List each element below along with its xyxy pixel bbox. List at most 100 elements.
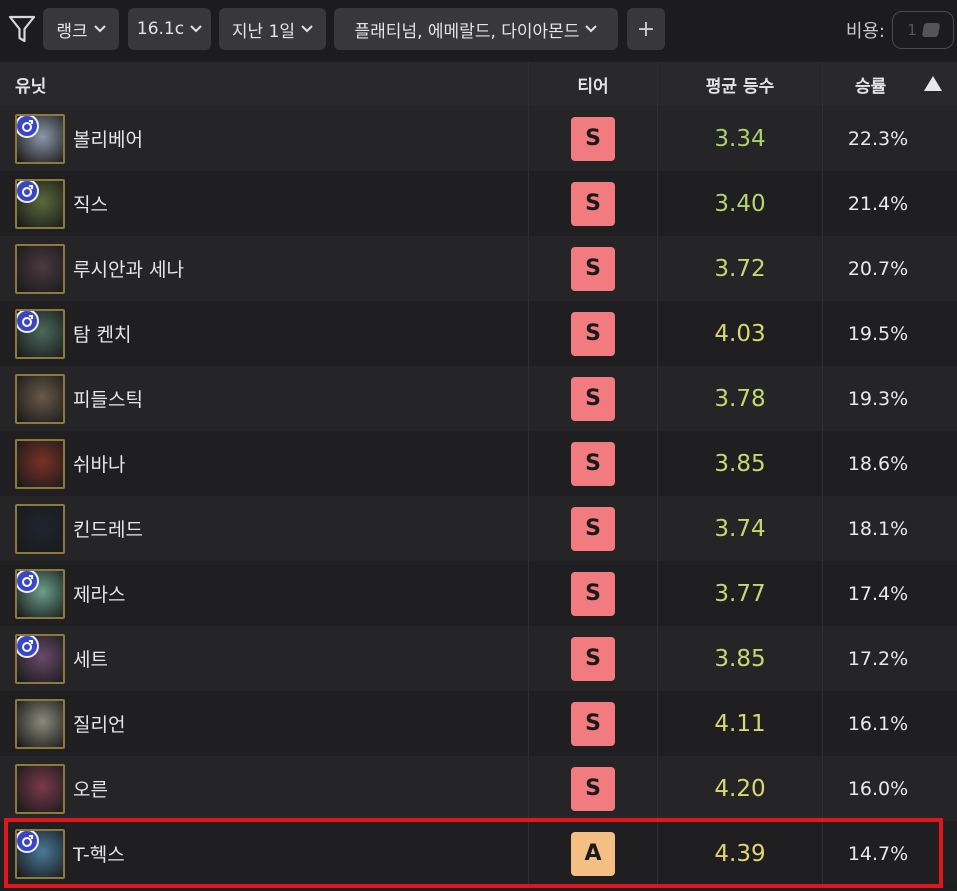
unit-name[interactable]: 피들스틱: [73, 385, 143, 412]
table-row[interactable]: 세트 S 3.85 17.2%: [0, 626, 957, 691]
portrait-image: [17, 505, 63, 552]
avg-placement-cell: 3.78: [658, 366, 823, 431]
chevron-down-icon: [585, 25, 598, 33]
portrait-image: [17, 440, 63, 487]
cost-selector[interactable]: 1: [892, 11, 954, 49]
header-tier[interactable]: 티어: [528, 62, 658, 106]
unit-name[interactable]: 제라스: [73, 580, 125, 607]
unit-name[interactable]: 질리언: [73, 710, 125, 737]
unit-name[interactable]: 오른: [73, 775, 108, 802]
tier-badge: S: [571, 311, 615, 356]
unit-portrait[interactable]: [15, 698, 65, 749]
table-row[interactable]: 질리언 S 4.11 16.1%: [0, 691, 957, 756]
avg-placement-value: 3.40: [714, 190, 766, 217]
table-row[interactable]: 직스 S 3.40 21.4%: [0, 171, 957, 236]
avg-placement-cell: 3.40: [658, 171, 823, 236]
unit-cell: T-헥스: [0, 821, 528, 886]
portrait-image: [17, 245, 63, 292]
tier-cell: S: [528, 431, 658, 496]
unit-portrait[interactable]: [15, 438, 65, 489]
unit-cell: 피들스틱: [0, 366, 528, 431]
unit-cell: 제라스: [0, 561, 528, 626]
win-rate-value: 17.4%: [847, 582, 909, 605]
win-rate-value: 16.0%: [847, 777, 909, 800]
unit-portrait[interactable]: [15, 178, 65, 229]
rank-dropdown-label: 랭크: [56, 21, 88, 42]
table-row[interactable]: 볼리베어 S 3.34 22.3%: [0, 106, 957, 171]
header-unit[interactable]: 유닛: [0, 62, 528, 106]
win-rate-value: 21.4%: [847, 192, 909, 215]
champion-trait-icon: [17, 830, 39, 853]
unit-name[interactable]: 탐 켄치: [73, 320, 131, 347]
unit-name[interactable]: 직스: [73, 190, 108, 217]
tier-badge: S: [571, 116, 615, 161]
filter-bar: 랭크 16.1c 지난 1일 플래티넘, 에메랄드, 다이아몬드 + 비용: 1: [0, 0, 957, 60]
unit-portrait[interactable]: [15, 308, 65, 359]
avg-placement-cell: 3.85: [658, 626, 823, 691]
header-avg-placement[interactable]: 평균 등수: [658, 62, 823, 106]
win-rate-value: 14.7%: [847, 842, 909, 865]
unit-name[interactable]: 쉬바나: [73, 450, 125, 477]
unit-portrait[interactable]: [15, 763, 65, 814]
table-row[interactable]: 제라스 S 3.77 17.4%: [0, 561, 957, 626]
filter-icon[interactable]: [8, 14, 36, 44]
tier-badge: S: [571, 766, 615, 811]
unit-portrait[interactable]: [15, 568, 65, 619]
unit-portrait[interactable]: [15, 373, 65, 424]
avg-placement-value: 4.03: [714, 320, 766, 347]
table-row[interactable]: 루시안과 세나 S 3.72 20.7%: [0, 236, 957, 301]
tier-filter-label: 플래티넘, 에메랄드, 다이아몬드: [354, 21, 580, 42]
unit-cell: 킨드레드: [0, 496, 528, 561]
unit-portrait[interactable]: [15, 243, 65, 294]
avg-placement-cell: 3.72: [658, 236, 823, 301]
win-rate-value: 20.7%: [847, 257, 909, 280]
table-row[interactable]: 오른 S 4.20 16.0%: [0, 756, 957, 821]
tier-filter-dropdown[interactable]: 플래티넘, 에메랄드, 다이아몬드: [334, 8, 618, 50]
unit-name[interactable]: T-헥스: [73, 840, 125, 867]
unit-cell: 루시안과 세나: [0, 236, 528, 301]
header-win-rate-label: 승률: [855, 76, 887, 97]
portrait-image: [17, 700, 63, 747]
unit-name[interactable]: 킨드레드: [73, 515, 143, 542]
win-rate-cell: 22.3%: [823, 106, 957, 171]
avg-placement-value: 3.74: [714, 515, 766, 542]
avg-placement-cell: 3.74: [658, 496, 823, 561]
unit-portrait[interactable]: [15, 828, 65, 879]
rank-dropdown[interactable]: 랭크: [43, 8, 119, 50]
tier-cell: S: [528, 301, 658, 366]
unit-portrait[interactable]: [15, 503, 65, 554]
avg-placement-cell: 3.77: [658, 561, 823, 626]
tier-badge: S: [571, 571, 615, 616]
period-dropdown[interactable]: 지난 1일: [219, 8, 326, 50]
sort-ascending-icon[interactable]: [923, 75, 943, 92]
unit-name[interactable]: 세트: [73, 645, 108, 672]
patch-dropdown[interactable]: 16.1c: [128, 8, 211, 50]
table-row[interactable]: T-헥스 A 4.39 14.7%: [0, 821, 957, 886]
chevron-down-icon: [93, 25, 106, 33]
cost-label: 비용:: [845, 21, 885, 42]
avg-placement-value: 3.77: [714, 580, 766, 607]
unit-stats-table: 유닛 티어 평균 등수 승률 볼리베어 S 3.34 22.3% 직스 S 3.…: [0, 62, 957, 886]
avg-placement-value: 3.85: [714, 645, 766, 672]
avg-placement-value: 4.20: [714, 775, 766, 802]
win-rate-value: 19.3%: [847, 387, 909, 410]
table-row[interactable]: 쉬바나 S 3.85 18.6%: [0, 431, 957, 496]
avg-placement-cell: 4.11: [658, 691, 823, 756]
avg-placement-cell: 3.85: [658, 431, 823, 496]
unit-name[interactable]: 루시안과 세나: [73, 255, 184, 282]
win-rate-cell: 18.6%: [823, 431, 957, 496]
unit-name[interactable]: 볼리베어: [73, 125, 143, 152]
unit-portrait[interactable]: [15, 113, 65, 164]
avg-placement-value: 4.11: [714, 710, 766, 737]
table-row[interactable]: 피들스틱 S 3.78 19.3%: [0, 366, 957, 431]
add-filter-button[interactable]: +: [627, 8, 665, 50]
avg-placement-value: 4.39: [714, 840, 766, 867]
win-rate-cell: 14.7%: [823, 821, 957, 886]
avg-placement-cell: 4.39: [658, 821, 823, 886]
table-row[interactable]: 탐 켄치 S 4.03 19.5%: [0, 301, 957, 366]
tier-badge: S: [571, 376, 615, 421]
header-win-rate[interactable]: 승률: [823, 62, 957, 106]
unit-portrait[interactable]: [15, 633, 65, 684]
tier-cell: A: [528, 821, 658, 886]
table-row[interactable]: 킨드레드 S 3.74 18.1%: [0, 496, 957, 561]
